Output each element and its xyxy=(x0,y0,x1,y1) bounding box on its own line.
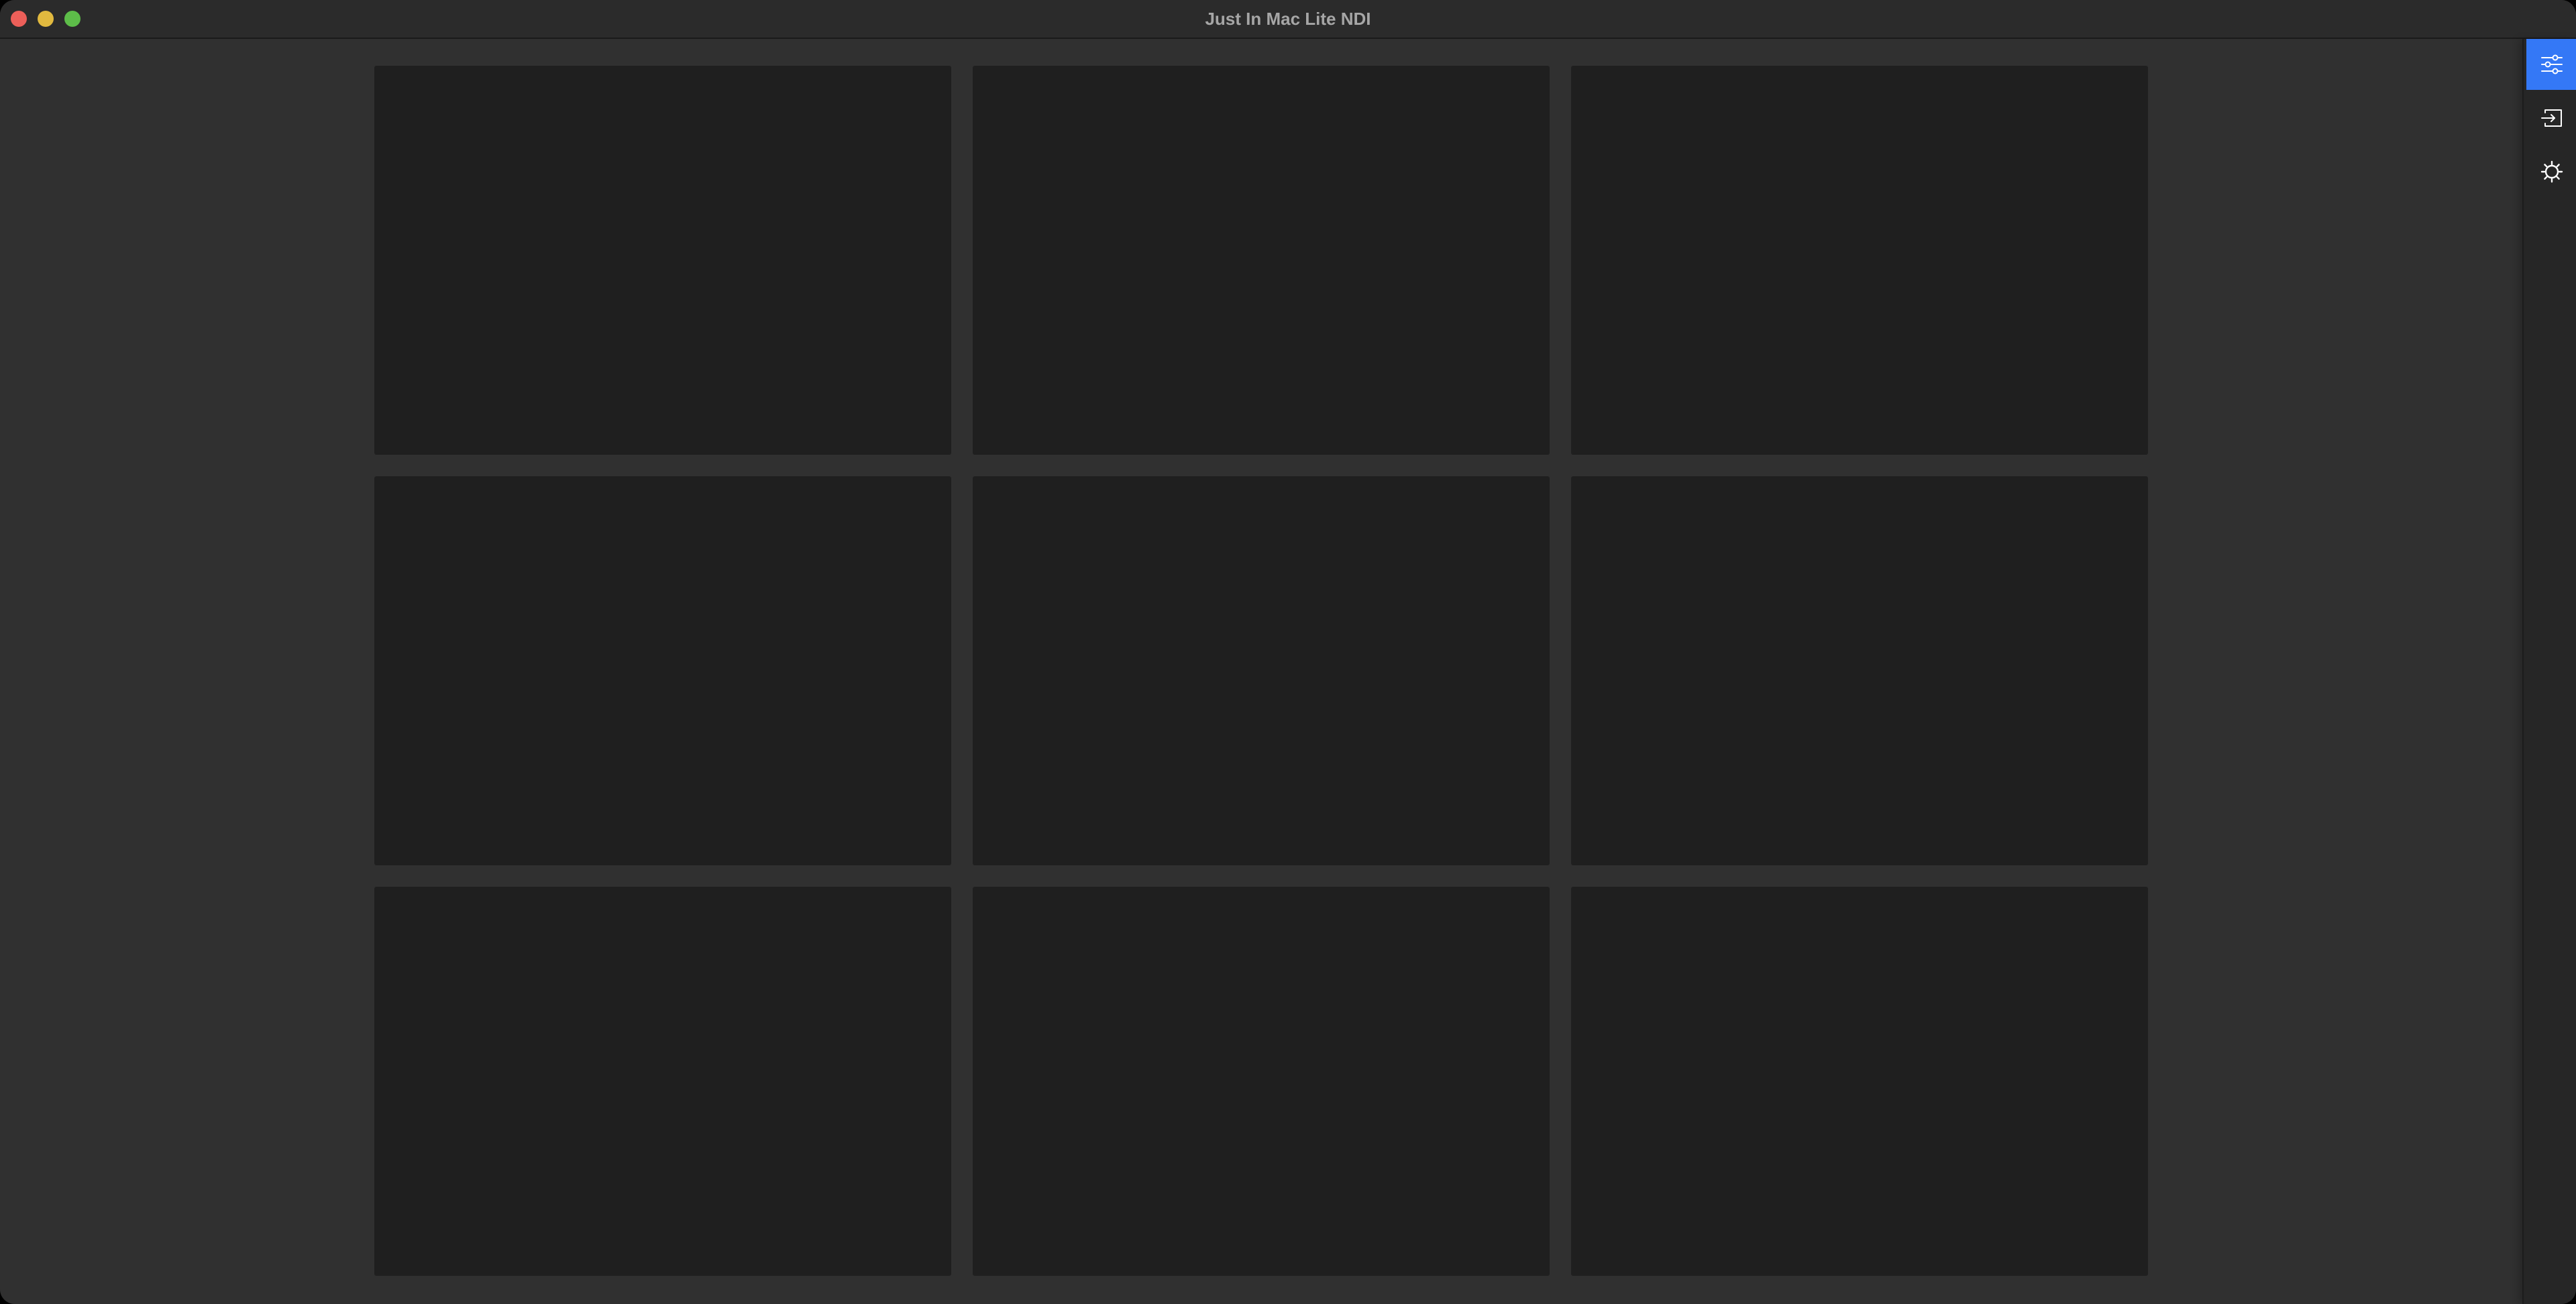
main-content xyxy=(0,39,2522,1304)
window-title: Just In Mac Lite NDI xyxy=(1205,9,1371,29)
source-tile-2[interactable] xyxy=(973,66,1550,455)
sidebar-button-input[interactable] xyxy=(2526,93,2576,144)
title-bar: Just In Mac Lite NDI xyxy=(0,0,2576,39)
source-tile-3[interactable] xyxy=(1571,66,2148,455)
gear-icon xyxy=(2540,160,2563,183)
source-tile-5[interactable] xyxy=(973,476,1550,865)
source-tile-8[interactable] xyxy=(973,887,1550,1276)
source-tile-6[interactable] xyxy=(1571,476,2148,865)
app-window: Just In Mac Lite NDI xyxy=(0,0,2576,1304)
sidebar-button-controls[interactable] xyxy=(2526,39,2576,90)
sidebar-button-settings[interactable] xyxy=(2526,146,2576,197)
source-grid xyxy=(374,66,2148,1276)
source-tile-1[interactable] xyxy=(374,66,951,455)
sliders-icon xyxy=(2541,54,2563,74)
right-sidebar xyxy=(2522,39,2576,1304)
source-tile-9[interactable] xyxy=(1571,887,2148,1276)
input-icon xyxy=(2541,109,2562,127)
source-tile-7[interactable] xyxy=(374,887,951,1276)
source-tile-4[interactable] xyxy=(374,476,951,865)
